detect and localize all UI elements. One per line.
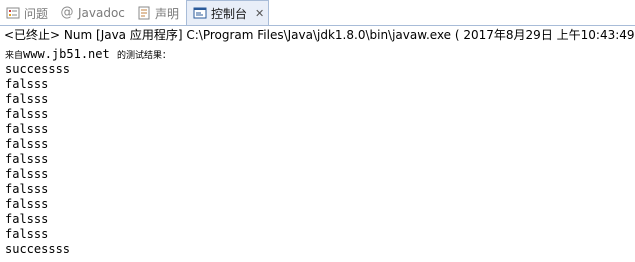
console-line: falsss	[5, 227, 49, 241]
tab-label: Javadoc	[78, 6, 125, 20]
declaration-icon	[137, 6, 151, 20]
tab-console[interactable]: 控制台 ✕	[186, 0, 270, 25]
header-prefix: 来自	[5, 51, 24, 61]
close-icon[interactable]: ✕	[255, 7, 264, 20]
console-line: falsss	[5, 107, 49, 121]
tab-label: 声明	[155, 6, 180, 21]
tab-label: 控制台	[211, 6, 248, 21]
console-line: falsss	[5, 182, 49, 196]
tab-underline	[0, 25, 635, 26]
tab-javadoc[interactable]: @ Javadoc	[60, 0, 125, 26]
console-line: falsss	[5, 137, 49, 151]
header-url: www.jb51.net	[23, 47, 110, 61]
view-tab-bar: 问题 @ Javadoc 声明 控制台 ✕	[0, 0, 635, 26]
console-line: falsss	[5, 122, 49, 136]
console-output[interactable]: 来自www.jb51.net 的测试结果： successss falsss f…	[5, 47, 171, 257]
console-icon	[193, 6, 207, 20]
console-line: falsss	[5, 197, 49, 211]
tab-problems[interactable]: 问题	[6, 0, 48, 26]
console-header-line: 来自www.jb51.net 的测试结果：	[5, 47, 171, 62]
problems-icon	[6, 6, 20, 20]
console-line: successss	[5, 62, 71, 76]
console-line: falsss	[5, 92, 49, 106]
console-line: falsss	[5, 77, 49, 91]
console-line: successss	[5, 242, 71, 256]
tab-declaration[interactable]: 声明	[137, 0, 179, 26]
header-suffix: 的测试结果：	[116, 51, 171, 61]
console-line: falsss	[5, 212, 49, 226]
process-status: <已终止> Num [Java 应用程序] C:\Program Files\J…	[4, 28, 635, 42]
tab-label: 问题	[24, 6, 49, 21]
console-line: falsss	[5, 167, 49, 181]
console-line: falsss	[5, 152, 49, 166]
at-icon: @	[60, 5, 74, 20]
